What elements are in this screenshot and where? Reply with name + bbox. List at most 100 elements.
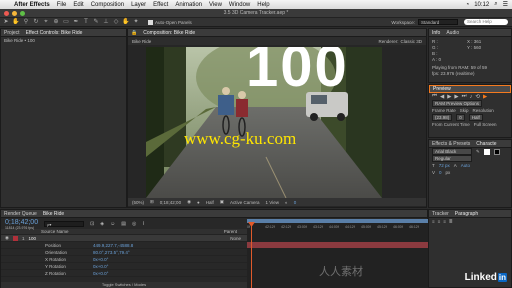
list-icon[interactable]: ☰ bbox=[503, 1, 508, 8]
camera-select[interactable]: Active Camera bbox=[230, 200, 260, 205]
reset-exposure-icon[interactable]: ◐ bbox=[285, 200, 288, 205]
auto-open-checkbox[interactable] bbox=[148, 19, 153, 25]
font-family-select[interactable]: Arial Black bbox=[432, 148, 472, 155]
timeline-search-input[interactable]: ρ▾ bbox=[44, 221, 85, 227]
timeline-timecode[interactable]: 0;18;42;00 bbox=[5, 219, 38, 226]
last-frame-icon[interactable]: ⏭ bbox=[462, 93, 467, 100]
draft-3d-icon[interactable]: ◈ bbox=[100, 221, 104, 227]
menu-layer[interactable]: Layer bbox=[131, 2, 146, 8]
toggle-switches-modes[interactable]: Toggle Switches / Modes bbox=[1, 282, 247, 288]
eraser-tool-icon[interactable]: ◇ bbox=[112, 19, 120, 26]
property-row[interactable]: Position 449.9,227.7,-4588.8 bbox=[1, 242, 247, 249]
align-center-icon[interactable]: ≡ bbox=[438, 219, 441, 224]
tab-effect-controls[interactable]: Effect Controls: Bike Ride bbox=[26, 30, 83, 36]
property-value[interactable]: 0x+0.0° bbox=[93, 264, 108, 269]
wifi-icon[interactable]: ◔ bbox=[466, 2, 470, 8]
loop-icon[interactable]: ⟲ bbox=[475, 94, 480, 100]
renderer-value[interactable]: Classic 3D bbox=[400, 39, 422, 44]
rectangle-tool-icon[interactable]: ▭ bbox=[62, 19, 70, 26]
align-left-icon[interactable]: ≡ bbox=[432, 219, 435, 224]
menu-effect[interactable]: Effect bbox=[153, 2, 168, 8]
zoom-window-button[interactable] bbox=[20, 11, 25, 16]
selection-tool-icon[interactable]: ➤ bbox=[2, 19, 10, 26]
shy-icon[interactable]: ☺ bbox=[110, 221, 115, 227]
eyedropper-icon[interactable]: ✎ bbox=[476, 149, 480, 155]
frame-blending-icon[interactable]: ▤ bbox=[121, 221, 126, 227]
next-frame-icon[interactable]: ▶ bbox=[454, 94, 458, 100]
property-value[interactable]: 80.0°,273.5°,79.4° bbox=[93, 250, 130, 255]
tab-info[interactable]: Info bbox=[432, 30, 440, 36]
exposure-value[interactable]: 0 bbox=[294, 200, 297, 205]
property-row[interactable]: Z Rotation 0x+0.0° bbox=[1, 270, 247, 277]
hand-tool-icon[interactable]: ✋ bbox=[12, 19, 20, 26]
comp-mini-flowchart-icon[interactable]: ⊡ bbox=[90, 221, 94, 227]
property-value[interactable]: 0x+0.0° bbox=[93, 257, 108, 262]
timeline-tracks[interactable]: 0f 42:12f 42:12f 43:00f 43:12f 44:00f 44… bbox=[247, 219, 428, 288]
full-screen-checkbox[interactable]: Full Screen bbox=[474, 122, 497, 127]
rotate-tool-icon[interactable]: ↻ bbox=[32, 19, 40, 26]
tab-composition[interactable]: Composition: Bike Ride bbox=[143, 30, 195, 36]
font-size-value[interactable]: 72 px bbox=[439, 163, 450, 168]
tab-preview[interactable]: Preview bbox=[433, 86, 451, 92]
spotlight-icon[interactable]: ⌕ bbox=[494, 1, 497, 8]
layer-parent-select[interactable]: None bbox=[230, 236, 241, 241]
graph-editor-icon[interactable]: ⌇ bbox=[142, 221, 144, 227]
brush-tool-icon[interactable]: ✎ bbox=[92, 19, 100, 26]
workspace-select[interactable]: Standard bbox=[418, 19, 458, 25]
stroke-color-swatch[interactable] bbox=[493, 148, 500, 155]
skip-select[interactable]: 0 bbox=[456, 114, 465, 121]
visibility-icon[interactable]: ◉ bbox=[5, 235, 9, 241]
zoom-tool-icon[interactable]: ⚲ bbox=[22, 19, 30, 26]
ram-preview-options-select[interactable]: RAM Preview Options bbox=[432, 100, 483, 107]
resolution-select[interactable]: Half bbox=[206, 200, 214, 205]
layer-name[interactable]: 100 bbox=[28, 236, 36, 241]
pen-tool-icon[interactable]: ✒ bbox=[72, 19, 80, 26]
first-frame-icon[interactable]: ⏮ bbox=[432, 93, 437, 100]
camera-tool-icon[interactable]: ⌖ bbox=[42, 19, 50, 26]
property-row[interactable]: Y Rotation 0x+0.0° bbox=[1, 263, 247, 270]
layer-duration-bar[interactable] bbox=[247, 242, 428, 248]
parent-column[interactable]: Parent bbox=[224, 229, 237, 234]
roto-tool-icon[interactable]: ✋ bbox=[122, 19, 130, 26]
tab-render-queue[interactable]: Render Queue bbox=[4, 211, 37, 217]
menu-help[interactable]: Help bbox=[257, 2, 269, 8]
source-name-column[interactable]: Source Name bbox=[41, 229, 69, 234]
tab-character[interactable]: Characte bbox=[476, 141, 496, 147]
preview-resolution-select[interactable]: Half bbox=[468, 114, 483, 121]
tab-effects-presets[interactable]: Effects & Presets bbox=[432, 141, 470, 147]
motion-blur-icon[interactable]: ◎ bbox=[132, 221, 136, 227]
tab-project[interactable]: Project bbox=[4, 30, 20, 36]
font-style-select[interactable]: Regular bbox=[432, 155, 472, 162]
search-help-input[interactable]: Search Help bbox=[464, 19, 508, 25]
audio-icon[interactable]: ♪ bbox=[470, 94, 473, 100]
property-value[interactable]: 0x+0.0° bbox=[93, 271, 108, 276]
puppet-tool-icon[interactable]: ✦ bbox=[132, 19, 140, 26]
from-current-time-checkbox[interactable]: From Current Time bbox=[432, 122, 470, 127]
pan-behind-tool-icon[interactable]: ⊕ bbox=[52, 19, 60, 26]
frame-rate-select[interactable]: (23.98) bbox=[432, 114, 453, 121]
menu-file[interactable]: File bbox=[57, 2, 67, 8]
lock-icon[interactable]: 🔒 bbox=[131, 30, 137, 36]
ram-preview-icon[interactable]: ▶ bbox=[483, 94, 487, 100]
current-time-indicator[interactable] bbox=[251, 223, 252, 288]
property-row[interactable]: Orientation 80.0°,273.5°,79.4° bbox=[1, 249, 247, 256]
view-layout-select[interactable]: 1 View bbox=[266, 200, 279, 205]
menu-view[interactable]: View bbox=[209, 2, 222, 8]
app-name[interactable]: After Effects bbox=[14, 2, 50, 8]
tab-bike-ride[interactable]: Bike Ride bbox=[43, 211, 64, 217]
type-tool-icon[interactable]: T bbox=[82, 19, 90, 26]
property-row[interactable]: X Rotation 0x+0.0° bbox=[1, 256, 247, 263]
breadcrumb[interactable]: Bike Ride bbox=[132, 39, 151, 44]
align-right-icon[interactable]: ≡ bbox=[443, 219, 446, 224]
menu-animation[interactable]: Animation bbox=[175, 2, 202, 8]
composition-viewer[interactable]: 100 www.cg-ku.com bbox=[146, 47, 382, 198]
layer-row[interactable]: ◉ 1 100 None bbox=[1, 235, 247, 242]
minimize-window-button[interactable] bbox=[12, 11, 17, 16]
stamp-tool-icon[interactable]: ⊥ bbox=[102, 19, 110, 26]
tab-audio[interactable]: Audio bbox=[446, 30, 459, 36]
show-channel-icon[interactable]: ● bbox=[197, 200, 200, 205]
play-icon[interactable]: ▶ bbox=[447, 94, 451, 100]
tab-paragraph[interactable]: Paragraph bbox=[455, 211, 478, 217]
magnification-select[interactable]: (50%) bbox=[132, 200, 144, 205]
close-window-button[interactable] bbox=[4, 11, 9, 16]
